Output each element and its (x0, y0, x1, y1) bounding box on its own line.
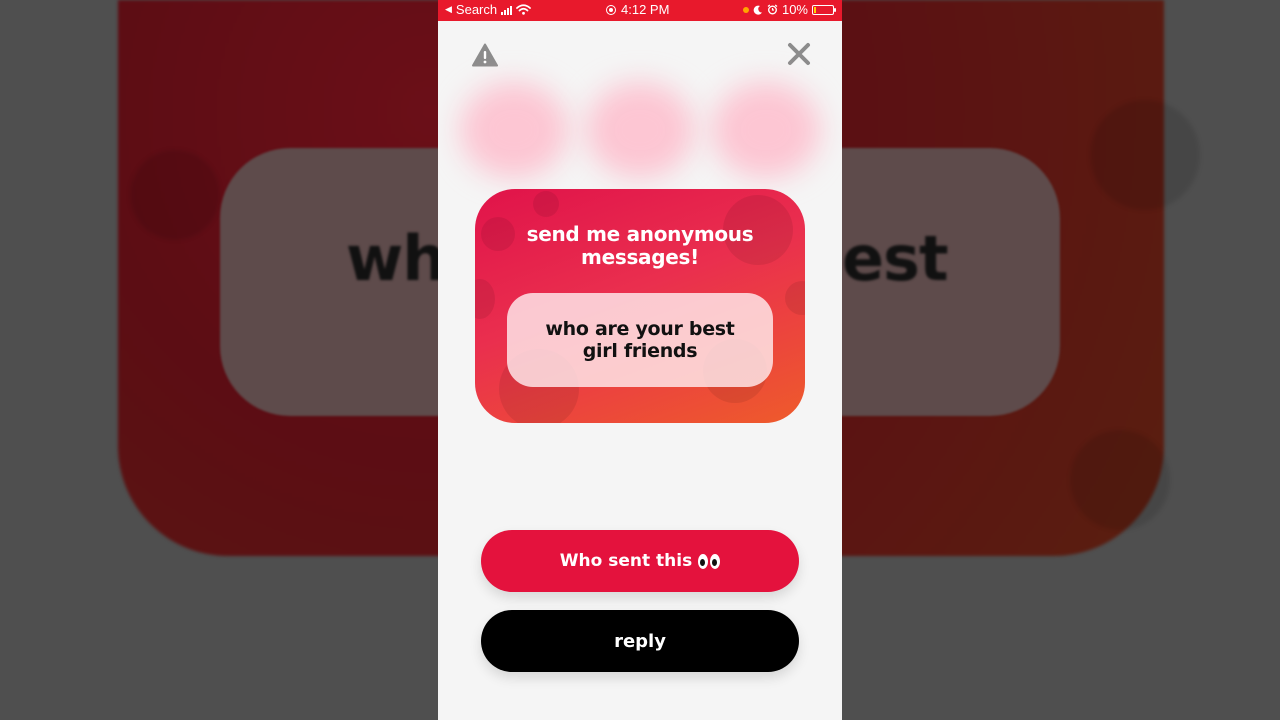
status-bar: ◀ Search 4:12 PM 10% (438, 0, 842, 21)
background-face-icon (130, 150, 220, 240)
close-icon (788, 43, 810, 65)
back-arrow-icon[interactable]: ◀ (445, 4, 452, 15)
background-face-icon (1070, 430, 1170, 530)
eye-right (710, 553, 721, 569)
close-button[interactable] (787, 42, 811, 66)
blurred-blob (712, 82, 820, 178)
status-bar-left: ◀ Search (445, 2, 532, 17)
warning-icon (472, 43, 498, 67)
battery-percent: 10% (781, 2, 808, 17)
background-face-icon (1090, 100, 1200, 210)
card-face-icon (785, 281, 805, 315)
background-text-right: est (842, 222, 949, 295)
battery-fill (814, 6, 816, 13)
blurred-blob (460, 82, 568, 178)
reply-button[interactable]: reply (481, 610, 799, 672)
mic-indicator-icon (742, 6, 749, 13)
card-face-icon (475, 279, 495, 319)
question-bubble: who are your best girl friends (507, 293, 773, 387)
question-text: who are your best girl friends (545, 318, 735, 362)
reply-label: reply (614, 630, 666, 652)
report-button[interactable] (472, 43, 498, 67)
blurred-blob (586, 82, 694, 178)
status-bar-center: 4:12 PM (606, 2, 669, 17)
alarm-icon (767, 4, 778, 15)
cellular-signal-icon (501, 5, 513, 15)
status-bar-right: 10% (742, 2, 836, 17)
screen-recording-icon (606, 4, 616, 15)
background-text-left: wh (346, 222, 446, 295)
who-sent-this-button[interactable]: Who sent this (481, 530, 799, 592)
eyes-icon (698, 553, 721, 569)
back-to-search-link[interactable]: Search (456, 2, 497, 17)
wifi-icon (516, 4, 532, 15)
status-time: 4:12 PM (621, 2, 670, 17)
eye-left (698, 553, 709, 569)
prompt-card: send me anonymous messages! who are your… (475, 189, 805, 423)
battery-icon (812, 4, 836, 15)
card-title: send me anonymous messages! (526, 222, 754, 269)
card-face-icon (533, 191, 559, 217)
moon-icon (753, 5, 762, 15)
phone-screen: ◀ Search 4:12 PM 10% send me anonymous m… (438, 0, 842, 720)
who-sent-label: Who sent this (559, 551, 693, 571)
